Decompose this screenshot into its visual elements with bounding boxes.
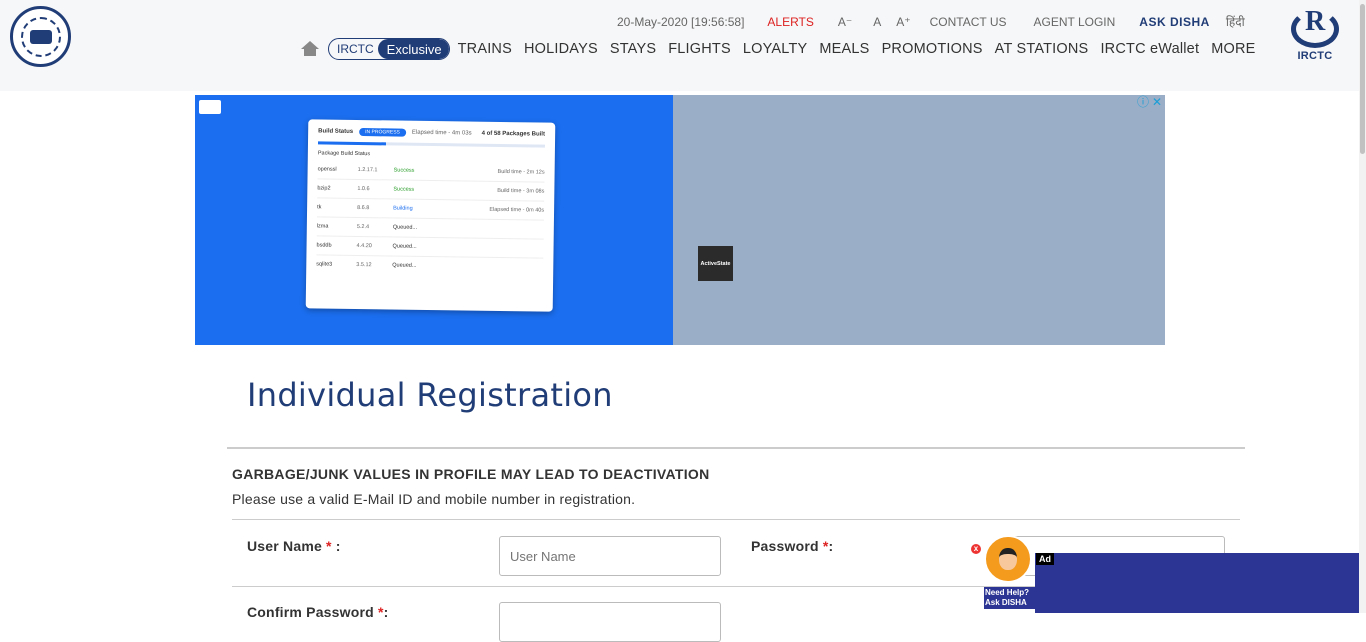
irctc-logo[interactable]: R IRCTC [1287, 4, 1343, 68]
exclusive-label-irctc: IRCTC [337, 42, 374, 56]
date-time: 20-May-2020 [19:56:58] [617, 14, 745, 29]
advertisement-banner[interactable]: Build Status IN PROGRESS Elapsed time - … [195, 95, 1165, 345]
disha-close-icon[interactable]: x [971, 544, 981, 554]
build-status-card: Build Status IN PROGRESS Elapsed time - … [305, 119, 556, 312]
agent-login-link[interactable]: AGENT LOGIN [1034, 15, 1116, 29]
ad-corner-badge [199, 100, 221, 114]
ad-controls: ⓘ ✕ [1134, 96, 1162, 108]
registration-note: Please use a valid E-Mail ID and mobile … [232, 491, 636, 507]
disha-chat-panel[interactable] [1035, 553, 1360, 613]
nav-item-stays[interactable]: STAYS [610, 41, 656, 57]
font-increase-button[interactable]: A⁺ [896, 15, 910, 29]
deactivation-warning: GARBAGE/JUNK VALUES IN PROFILE MAY LEAD … [232, 466, 710, 482]
nav-item-promotions[interactable]: PROMOTIONS [882, 41, 983, 57]
irctc-exclusive-button[interactable]: IRCTC Exclusive [328, 38, 450, 60]
indian-railways-logo[interactable] [10, 6, 71, 67]
nav-item-holidays[interactable]: HOLIDAYS [524, 41, 598, 57]
exclusive-label: Exclusive [377, 39, 449, 59]
build-row: sqlite3 3.5.12 Queued... [316, 261, 417, 269]
page-scrollbar[interactable] [1359, 0, 1366, 613]
confirm-password-label: Confirm Password *: [247, 604, 389, 620]
nav-item-more[interactable]: MORE [1211, 41, 1255, 57]
nav-item-at-stations[interactable]: AT STATIONS [995, 41, 1089, 57]
utility-bar: 20-May-2020 [19:56:58] ALERTS A⁻ A A⁺ CO… [617, 13, 1245, 30]
username-input[interactable] [499, 536, 721, 576]
nav-item-flights[interactable]: FLIGHTS [668, 41, 731, 57]
divider [232, 519, 1240, 520]
disha-avatar[interactable] [984, 535, 1032, 583]
ask-disha-link[interactable]: ASK DISHA [1139, 15, 1210, 29]
nav-item-ewallet[interactable]: IRCTC eWallet [1100, 41, 1199, 57]
page-title: Individual Registration [247, 376, 613, 414]
main-navigation: IRCTC Exclusive TRAINS HOLIDAYS STAYS FL… [301, 38, 1268, 60]
font-decrease-button[interactable]: A⁻ [838, 15, 852, 29]
nav-item-meals[interactable]: MEALS [819, 41, 869, 57]
ad-label: Ad [1036, 553, 1054, 565]
disha-chatbot-widget[interactable]: x Need Help? Ask DISHA [971, 534, 1036, 613]
password-label: Password *: [751, 538, 834, 554]
divider [227, 447, 1245, 449]
ad-close-icon[interactable]: ✕ [1152, 96, 1162, 108]
confirm-password-input[interactable] [499, 602, 721, 642]
irctc-logo-caption: IRCTC [1297, 50, 1333, 62]
nav-item-loyalty[interactable]: LOYALTY [743, 41, 808, 57]
contact-us-link[interactable]: CONTACT US [930, 15, 1007, 29]
nav-item-trains[interactable]: TRAINS [458, 41, 512, 57]
disha-help-text[interactable]: Need Help? Ask DISHA [984, 587, 1036, 609]
ad-info-icon[interactable]: ⓘ [1137, 96, 1149, 108]
alerts-link[interactable]: ALERTS [767, 15, 813, 29]
hindi-language-link[interactable]: हिंदी [1226, 13, 1245, 30]
activestate-logo: ActiveState [698, 246, 733, 281]
scrollbar-thumb[interactable] [1360, 4, 1365, 154]
site-header: 20-May-2020 [19:56:58] ALERTS A⁻ A A⁺ CO… [0, 0, 1366, 91]
home-icon[interactable] [301, 41, 319, 57]
username-label: User Name * : [247, 538, 341, 554]
font-normal-button[interactable]: A [873, 15, 881, 29]
